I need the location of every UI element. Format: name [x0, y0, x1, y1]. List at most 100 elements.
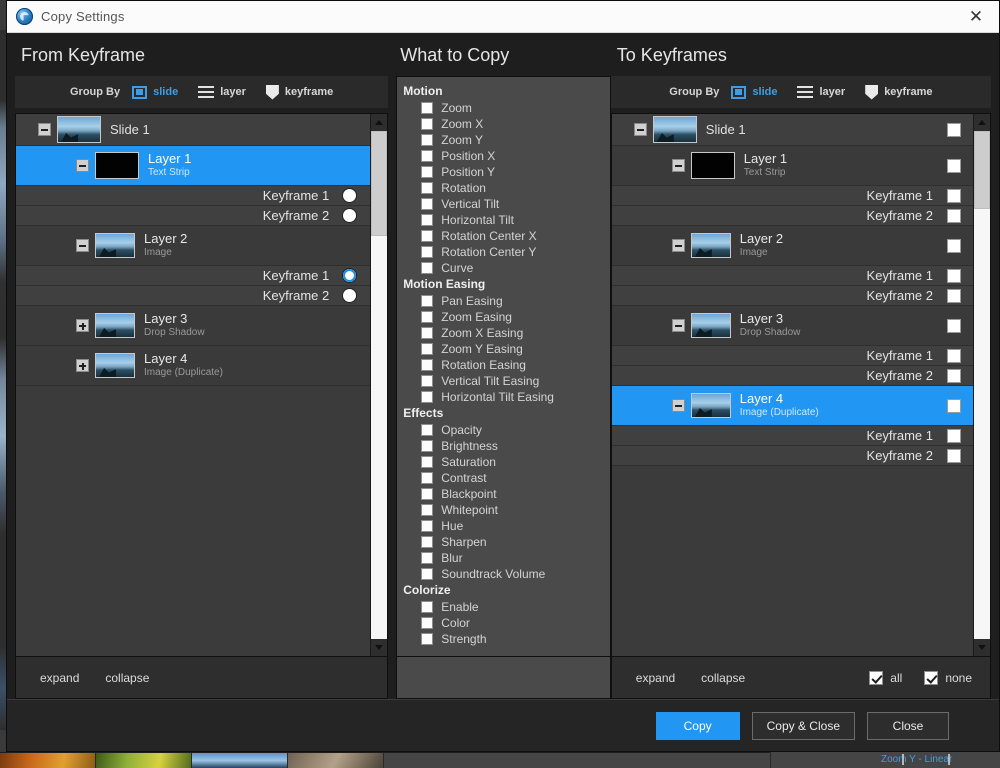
expand-expander-icon[interactable]: [76, 319, 89, 332]
checkbox-row-contrast[interactable]: Contrast: [403, 470, 610, 486]
keyframe-checkbox[interactable]: [947, 429, 961, 443]
collapse-expander-icon[interactable]: [672, 399, 685, 412]
checkbox[interactable]: [421, 262, 433, 274]
checkbox-row-rotation-easing[interactable]: Rotation Easing: [403, 357, 610, 373]
checkbox[interactable]: [421, 633, 433, 645]
tree-row-layer[interactable]: Layer 3 Drop Shadow: [612, 306, 973, 346]
left-group-by-slide[interactable]: slide: [132, 86, 178, 99]
collapse-expander-icon[interactable]: [76, 239, 89, 252]
close-button[interactable]: Close: [867, 712, 949, 740]
tree-row-keyframe[interactable]: Keyframe 2: [612, 366, 973, 386]
collapse-expander-icon[interactable]: [672, 319, 685, 332]
keyframe-radio[interactable]: [343, 189, 356, 202]
tree-row-keyframe[interactable]: Keyframe 1: [612, 426, 973, 446]
checkbox[interactable]: [421, 166, 433, 178]
checkbox[interactable]: [421, 536, 433, 548]
tree-row-layer[interactable]: Layer 3 Drop Shadow: [16, 306, 370, 346]
checkbox[interactable]: [421, 456, 433, 468]
scroll-up-icon[interactable]: [974, 114, 990, 131]
checkbox[interactable]: [421, 601, 433, 613]
checkbox-row-opacity[interactable]: Opacity: [403, 422, 610, 438]
tree-row-keyframe[interactable]: Keyframe 2: [16, 206, 370, 226]
checkbox[interactable]: [421, 214, 433, 226]
left-group-by-keyframe[interactable]: keyframe: [266, 85, 333, 100]
scroll-thumb[interactable]: [371, 131, 387, 236]
checkbox[interactable]: [421, 134, 433, 146]
checkbox[interactable]: [421, 552, 433, 564]
right-tree-scrollbar[interactable]: [973, 114, 990, 656]
tree-row-layer[interactable]: Layer 4 Image (Duplicate): [612, 386, 973, 426]
expand-expander-icon[interactable]: [76, 359, 89, 372]
checkbox-row-rotation[interactable]: Rotation: [403, 180, 610, 196]
select-all-checkbox[interactable]: all: [869, 671, 902, 685]
right-expand-button[interactable]: expand: [636, 671, 675, 685]
collapse-expander-icon[interactable]: [38, 123, 51, 136]
checkbox[interactable]: [421, 440, 433, 452]
checkbox[interactable]: [421, 198, 433, 210]
checkbox[interactable]: [421, 472, 433, 484]
checkbox-row-horizontal-tilt-easing[interactable]: Horizontal Tilt Easing: [403, 389, 610, 405]
keyframe-checkbox[interactable]: [947, 349, 961, 363]
left-collapse-button[interactable]: collapse: [105, 671, 149, 685]
tree-row-keyframe[interactable]: Keyframe 2: [16, 286, 370, 306]
checkbox-row-pan-easing[interactable]: Pan Easing: [403, 293, 610, 309]
right-collapse-button[interactable]: collapse: [701, 671, 745, 685]
scroll-track[interactable]: [974, 131, 990, 639]
checkbox[interactable]: [421, 246, 433, 258]
keyframe-checkbox[interactable]: [947, 209, 961, 223]
close-icon[interactable]: ✕: [953, 1, 999, 32]
checkbox[interactable]: [421, 295, 433, 307]
tree-row-keyframe[interactable]: Keyframe 2: [612, 206, 973, 226]
collapse-expander-icon[interactable]: [672, 159, 685, 172]
tree-row-layer[interactable]: Layer 2 Image: [612, 226, 973, 266]
checkbox[interactable]: [421, 520, 433, 532]
checkbox[interactable]: [421, 488, 433, 500]
tree-row-keyframe[interactable]: Keyframe 1: [612, 346, 973, 366]
collapse-expander-icon[interactable]: [634, 123, 647, 136]
keyframe-radio-selected[interactable]: [343, 269, 356, 282]
tree-row-keyframe[interactable]: Keyframe 2: [612, 286, 973, 306]
right-group-by-layer[interactable]: layer: [797, 86, 845, 98]
checkbox[interactable]: [421, 327, 433, 339]
tree-row-keyframe[interactable]: Keyframe 1: [16, 186, 370, 206]
collapse-expander-icon[interactable]: [76, 159, 89, 172]
keyframe-radio[interactable]: [343, 209, 356, 222]
checkbox-row-zoom-y-easing[interactable]: Zoom Y Easing: [403, 341, 610, 357]
scroll-down-icon[interactable]: [974, 639, 990, 656]
checkbox-row-position-y[interactable]: Position Y: [403, 164, 610, 180]
tree-row-layer[interactable]: Layer 2 Image: [16, 226, 370, 266]
select-none-checkbox[interactable]: none: [924, 671, 972, 685]
tree-row-slide[interactable]: Slide 1: [612, 114, 973, 146]
checkbox-row-brightness[interactable]: Brightness: [403, 438, 610, 454]
collapse-expander-icon[interactable]: [672, 239, 685, 252]
tree-row-keyframe[interactable]: Keyframe 1: [612, 266, 973, 286]
scroll-track[interactable]: [371, 131, 387, 639]
scroll-thumb[interactable]: [974, 131, 990, 209]
copy-and-close-button[interactable]: Copy & Close: [752, 712, 855, 740]
checkbox[interactable]: [421, 343, 433, 355]
tree-row-layer[interactable]: Layer 1 Text Strip: [612, 146, 973, 186]
checkbox-row-blur[interactable]: Blur: [403, 550, 610, 566]
checkbox[interactable]: [421, 311, 433, 323]
checkbox-row-hue[interactable]: Hue: [403, 518, 610, 534]
checkbox-row-blackpoint[interactable]: Blackpoint: [403, 486, 610, 502]
tree-row-keyframe[interactable]: Keyframe 2: [612, 446, 973, 466]
checkbox-row-soundtrack-volume[interactable]: Soundtrack Volume: [403, 566, 610, 582]
checkbox-row-vertical-tilt[interactable]: Vertical Tilt: [403, 196, 610, 212]
tree-row-keyframe[interactable]: Keyframe 1: [16, 266, 370, 286]
keyframe-checkbox[interactable]: [947, 189, 961, 203]
left-group-by-layer[interactable]: layer: [198, 86, 246, 98]
checkbox[interactable]: [421, 568, 433, 580]
left-expand-button[interactable]: expand: [40, 671, 79, 685]
keyframe-checkbox[interactable]: [947, 269, 961, 283]
checkbox[interactable]: [421, 359, 433, 371]
checkbox-row-zoom[interactable]: Zoom: [403, 100, 610, 116]
checkbox-row-zoom-easing[interactable]: Zoom Easing: [403, 309, 610, 325]
checkbox-row-position-x[interactable]: Position X: [403, 148, 610, 164]
checkbox[interactable]: [421, 424, 433, 436]
right-group-by-keyframe[interactable]: keyframe: [865, 85, 932, 100]
checkbox-row-horizontal-tilt[interactable]: Horizontal Tilt: [403, 212, 610, 228]
checkbox-row-rotation-center-x[interactable]: Rotation Center X: [403, 228, 610, 244]
checkbox-row-sharpen[interactable]: Sharpen: [403, 534, 610, 550]
checkbox-row-strength[interactable]: Strength: [403, 631, 610, 647]
